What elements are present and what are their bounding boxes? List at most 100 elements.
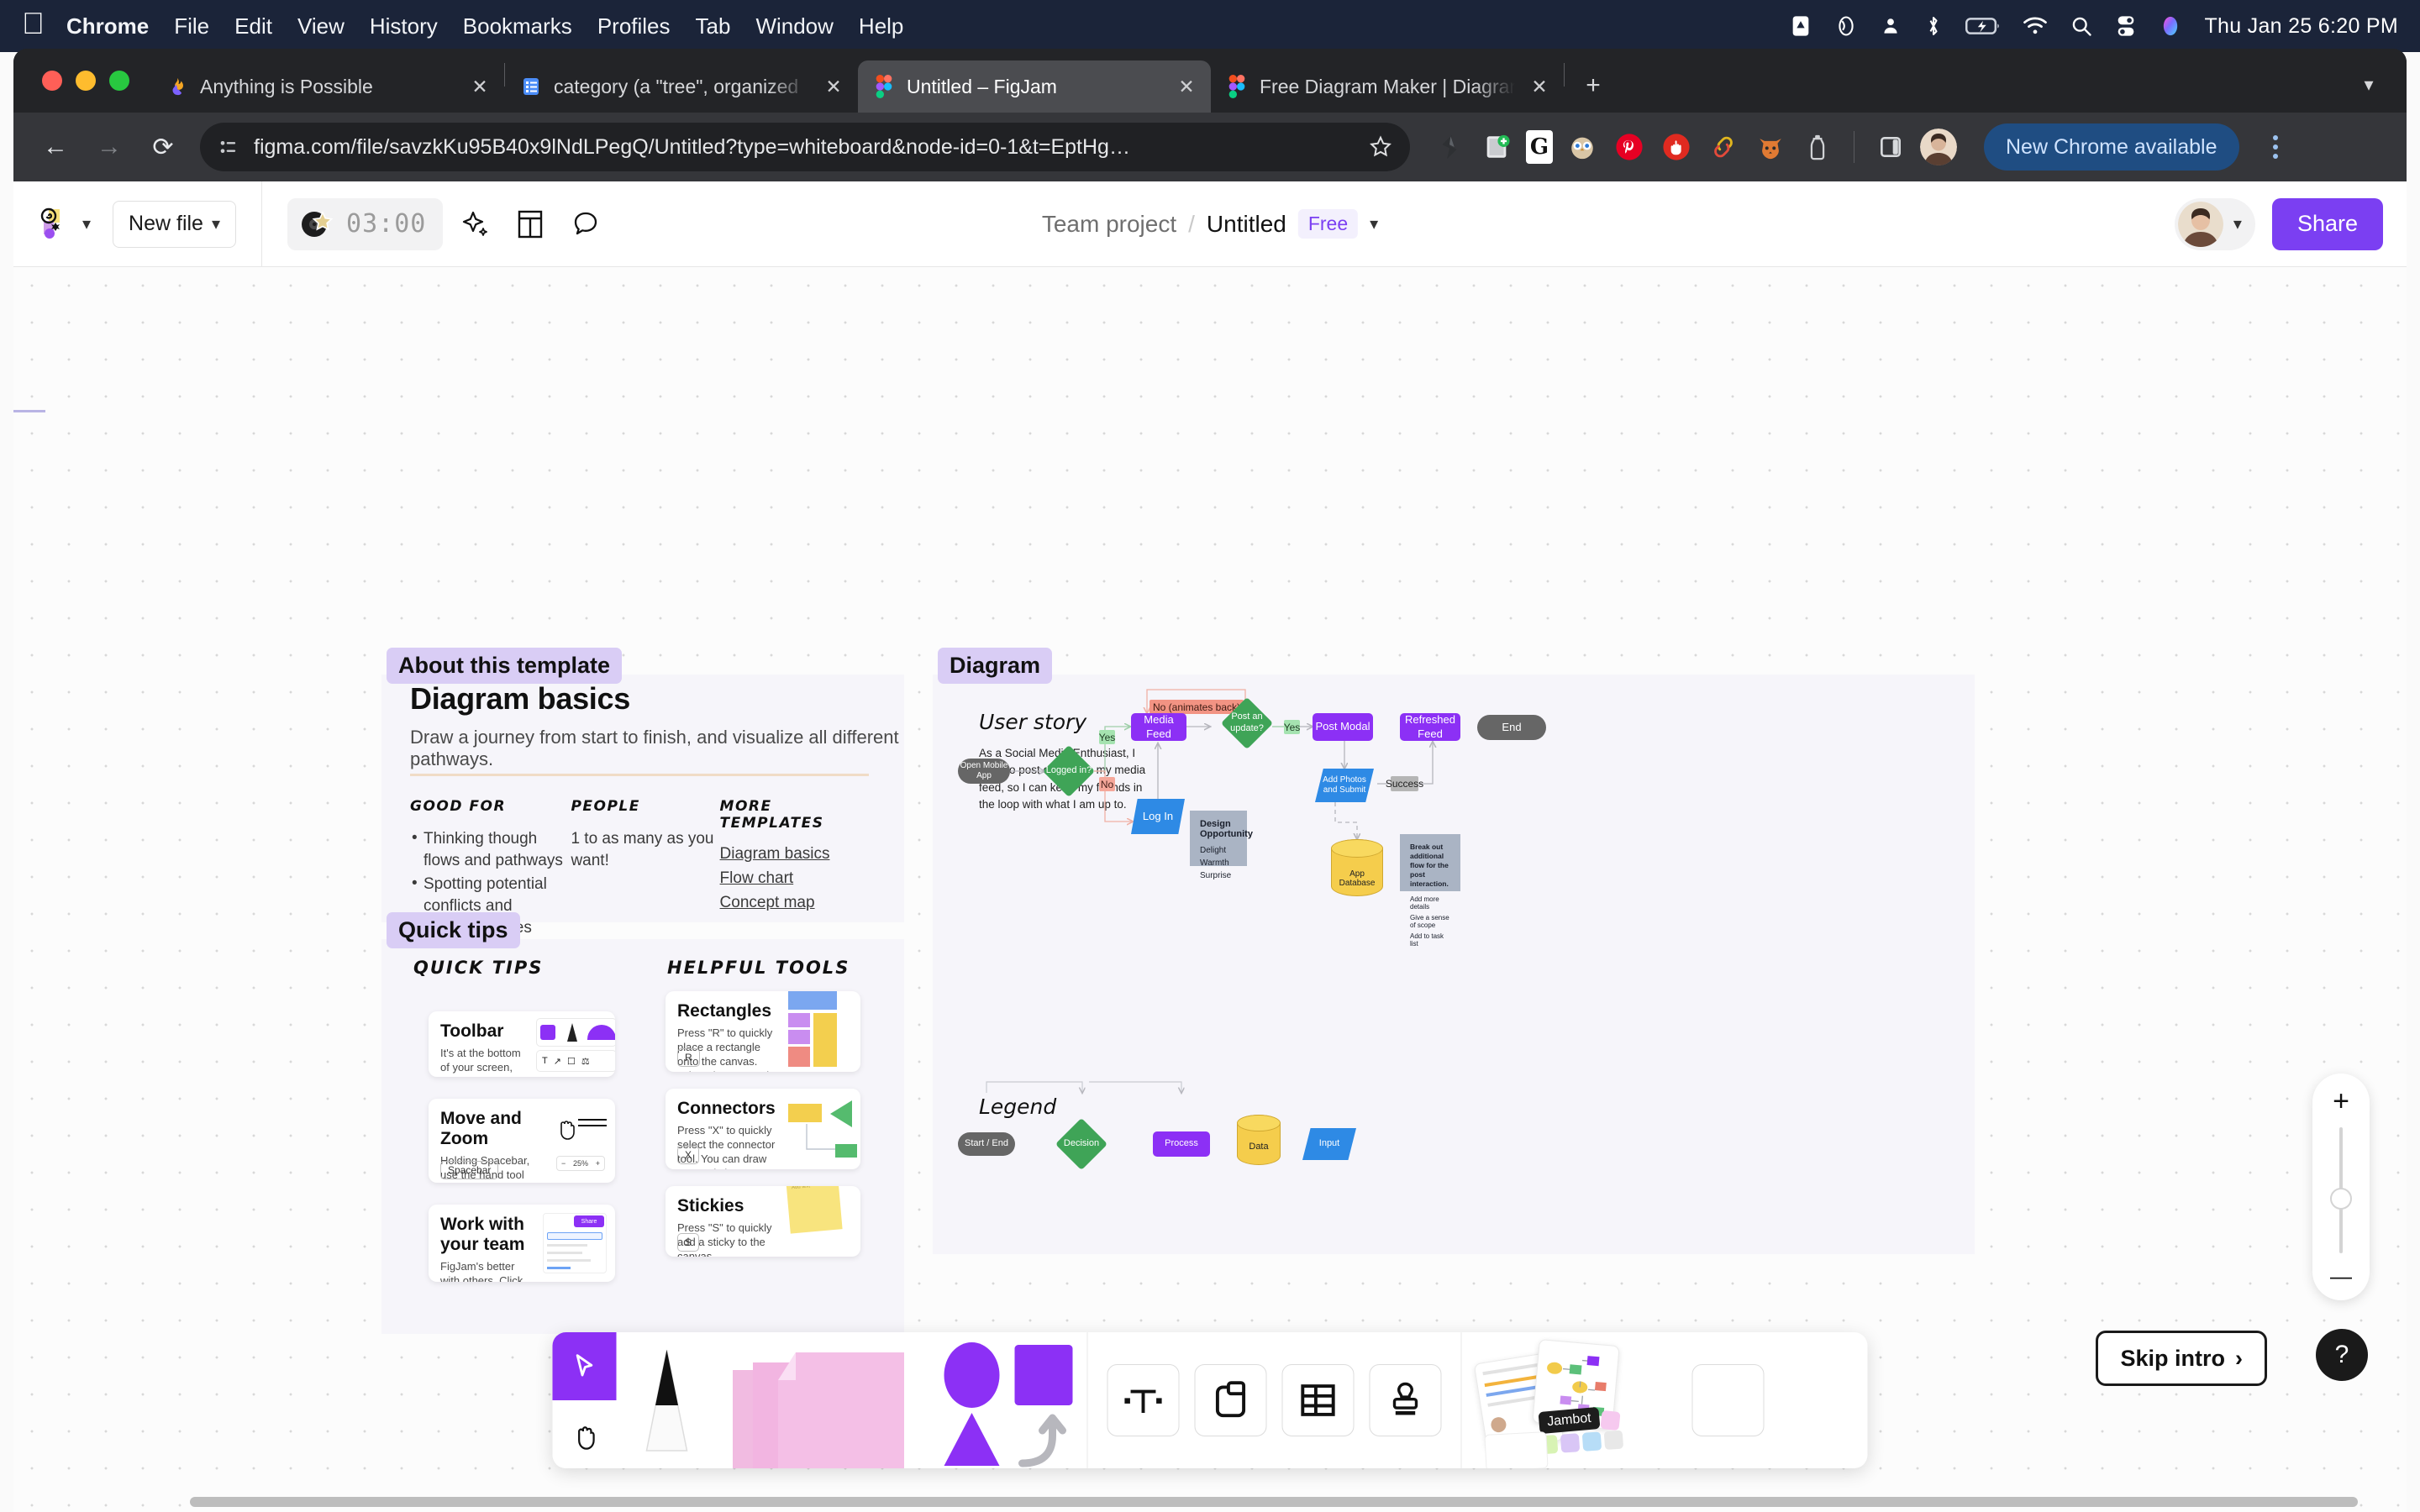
mac-menu-tab[interactable]: Tab <box>696 13 731 39</box>
comment-bubble-icon[interactable] <box>562 201 609 248</box>
cursor-hand-toggle[interactable] <box>552 1332 617 1468</box>
dark-reader-icon[interactable] <box>1432 129 1467 165</box>
close-tab-button[interactable]: ✕ <box>467 74 492 99</box>
horizontal-scrollbar[interactable] <box>190 1497 2358 1507</box>
template-link-diagram-basics[interactable]: Diagram basics <box>720 845 881 864</box>
template-link-flow-chart[interactable]: Flow chart <box>720 869 881 888</box>
node-post-an-update[interactable]: Post an update? <box>1220 696 1274 750</box>
tip-card-toolbar[interactable]: Toolbar It's at the bottom of your scree… <box>429 1011 615 1077</box>
widgets-icon[interactable]: Jambot <box>1473 1332 1674 1468</box>
three-dot-menu-icon[interactable] <box>2256 128 2295 166</box>
stamp-tool-icon[interactable] <box>1369 1364 1442 1436</box>
back-arrow-icon[interactable]: ← <box>32 123 79 171</box>
sticky-notes-icon[interactable] <box>718 1332 928 1468</box>
chevron-down-icon[interactable]: ▾ <box>2349 66 2388 104</box>
fox-icon[interactable] <box>1753 129 1788 165</box>
bluetooth-icon[interactable] <box>1923 14 1944 38</box>
battery-charging-icon[interactable] <box>1965 16 2001 36</box>
section-diagram[interactable]: Diagram User story As a Social Media Ent… <box>933 648 1975 1254</box>
node-log-in[interactable]: Log In <box>1131 799 1185 834</box>
control-center-icon[interactable] <box>2115 14 2137 38</box>
sticky-design-opportunity[interactable]: Design Opportunity Delight Warmth Surpri… <box>1190 811 1253 880</box>
zoom-control[interactable]: + — <box>2312 1074 2370 1300</box>
legend-item-process[interactable]: Process <box>1153 1131 1210 1157</box>
hand-tool-icon[interactable] <box>552 1400 617 1468</box>
zoom-slider-thumb[interactable] <box>2330 1188 2352 1210</box>
add-more-icon[interactable] <box>1691 1364 1765 1436</box>
mac-menu-chrome[interactable]: Chrome <box>66 13 149 39</box>
forward-arrow-icon[interactable]: → <box>86 123 133 171</box>
edge-label-yes-logged-in[interactable]: Yes <box>1099 730 1115 744</box>
close-tab-button[interactable]: ✕ <box>1527 74 1552 99</box>
tool-card-stickies[interactable]: Stickies Press "S" to quickly add a stic… <box>666 1186 860 1257</box>
mac-menu-edit[interactable]: Edit <box>234 13 272 39</box>
close-window-button[interactable] <box>42 71 62 91</box>
apple-logo-icon[interactable]:  <box>22 8 45 39</box>
bottle-icon[interactable] <box>1800 129 1835 165</box>
star-icon[interactable] <box>1368 134 1393 160</box>
section-tool-icon[interactable] <box>1194 1364 1267 1436</box>
legend-item-decision[interactable]: Decision <box>1055 1117 1108 1171</box>
adblock-icon[interactable] <box>1659 129 1694 165</box>
mac-menu-view[interactable]: View <box>297 13 345 39</box>
close-tab-button[interactable]: ✕ <box>821 74 846 99</box>
zoom-out-button[interactable]: — <box>2330 1265 2352 1287</box>
tip-card-work-with-your-team[interactable]: Work with your team FigJam's better with… <box>429 1205 615 1282</box>
section-label-diagram[interactable]: Diagram <box>938 648 1053 684</box>
share-button[interactable]: Share <box>2271 197 2383 250</box>
site-settings-icon[interactable] <box>217 135 240 159</box>
dropbox-icon[interactable] <box>1789 14 1812 38</box>
browser-tab-category-tree[interactable]: category (a "tree", organized ✕ <box>505 60 858 113</box>
grammarly-icon[interactable]: G <box>1526 130 1553 164</box>
breadcrumb-team[interactable]: Team project <box>1042 211 1176 238</box>
table-tool-icon[interactable] <box>1281 1364 1355 1436</box>
link-icon[interactable] <box>1706 129 1741 165</box>
node-media-feed[interactable]: Media Feed <box>1131 713 1186 741</box>
tip-card-move-and-zoom[interactable]: Move and Zoom Holding Spacebar, use the … <box>429 1099 615 1183</box>
text-tool-icon[interactable] <box>1107 1364 1180 1436</box>
side-panel-icon[interactable] <box>1873 129 1908 165</box>
new-chrome-available-button[interactable]: New Chrome available <box>1984 123 2239 171</box>
help-button[interactable]: ? <box>2316 1329 2368 1381</box>
browser-tab-free-diagram-maker[interactable]: Free Diagram Maker | Diagram ✕ <box>1211 60 1564 113</box>
node-open-mobile-app[interactable]: Open Mobile App <box>958 759 1010 784</box>
section-label-about[interactable]: About this template <box>387 648 623 684</box>
legend-item-input[interactable]: Input <box>1302 1128 1356 1160</box>
owl-icon[interactable] <box>1565 129 1600 165</box>
timer-music-button[interactable]: 03:00 <box>287 197 444 250</box>
section-label-quick-tips[interactable]: Quick tips <box>387 912 520 948</box>
tool-card-rectangles[interactable]: Rectangles Press "R" to quickly place a … <box>666 991 860 1072</box>
mac-menu-window[interactable]: Window <box>755 13 833 39</box>
node-add-photos-and-submit[interactable]: Add Photos and Submit <box>1315 769 1374 802</box>
node-end[interactable]: End <box>1477 715 1546 740</box>
breadcrumb-file-name[interactable]: Untitled <box>1207 211 1286 238</box>
new-tab-button[interactable]: + <box>1575 67 1612 104</box>
sparkle-icon[interactable] <box>451 201 498 248</box>
new-file-button[interactable]: New file ▾ <box>113 200 237 248</box>
reload-icon[interactable]: ⟳ <box>139 123 187 171</box>
edge-label-yes-post-update[interactable]: Yes <box>1284 720 1300 734</box>
edge-label-success[interactable]: Success <box>1386 776 1423 791</box>
mac-menu-file[interactable]: File <box>174 13 209 39</box>
user-icon[interactable] <box>1880 15 1902 37</box>
template-link-concept-map[interactable]: Concept map <box>720 894 881 912</box>
section-about-this-template[interactable]: About this template Diagram basics Draw … <box>381 648 904 937</box>
sticky-break-out-flow[interactable]: Break out additional flow for the post i… <box>1400 834 1460 948</box>
mac-menu-history[interactable]: History <box>370 13 438 39</box>
pinterest-icon[interactable] <box>1612 129 1647 165</box>
node-logged-in[interactable]: Logged in? <box>1042 744 1096 798</box>
mac-menu-help[interactable]: Help <box>859 13 903 39</box>
marker-pen-icon[interactable] <box>617 1332 718 1468</box>
loom-icon[interactable] <box>1834 14 1858 38</box>
spotlight-search-icon[interactable] <box>2070 14 2093 38</box>
legend-item-data[interactable]: Data <box>1237 1115 1281 1165</box>
macos-clock[interactable]: Thu Jan 25 6:20 PM <box>2204 14 2398 39</box>
maximize-window-button[interactable] <box>109 71 129 91</box>
wifi-icon[interactable] <box>2023 16 2048 36</box>
section-quick-tips[interactable]: Quick tips QUICK TIPS HELPFUL TOOLS Tool… <box>381 912 904 1334</box>
section-template-icon[interactable] <box>507 201 554 248</box>
siri-icon[interactable] <box>2159 14 2182 38</box>
close-tab-button[interactable]: ✕ <box>1174 74 1199 99</box>
mac-menu-bookmarks[interactable]: Bookmarks <box>463 13 572 39</box>
zoom-in-button[interactable]: + <box>2333 1087 2349 1116</box>
